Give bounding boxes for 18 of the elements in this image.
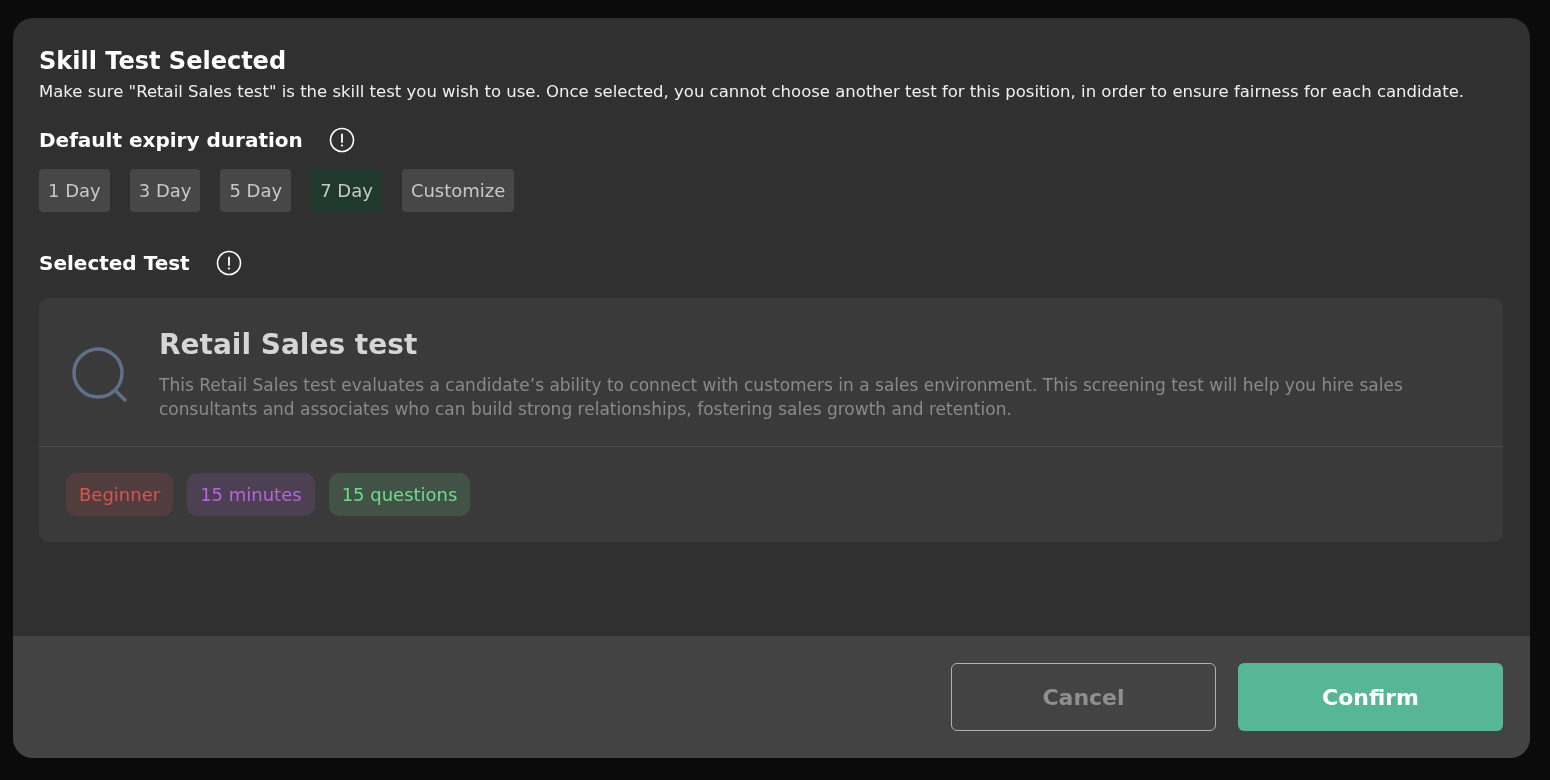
info-icon[interactable] <box>215 250 242 276</box>
test-tag: 15 questions <box>328 473 471 516</box>
magnifier-icon <box>71 346 129 404</box>
section-title: Default expiry duration <box>39 128 303 152</box>
test-tag: Beginner <box>66 473 174 516</box>
cancel-button[interactable]: Cancel <box>951 663 1216 731</box>
duration-option[interactable]: 7 Day <box>311 169 382 212</box>
duration-option[interactable]: 3 Day <box>129 169 201 212</box>
info-icon[interactable] <box>328 127 355 153</box>
duration-option[interactable]: 1 Day <box>39 169 110 212</box>
duration-option[interactable]: Customize <box>401 169 515 212</box>
test-name: Retail Sales test <box>159 328 419 361</box>
dialog-description: Make sure "Retail Sales test" is the skill test you wish to use. Once selected, you cannot choose another test for this position, in order to ensure fairness for each candidate. <box>39 81 1466 103</box>
section-title: Selected Test <box>39 251 190 275</box>
duration-option[interactable]: 5 Day <box>220 169 292 212</box>
dialog-title: Skill Test Selected <box>39 46 288 76</box>
test-tag: 15 minutes <box>187 473 315 516</box>
test-description: This Retail Sales test evaluates a candidate’s ability to connect with customers in a sales environment. This screening test will help you hire sales consultants and associates who can build strong relationships, fostering sales growth and retention. <box>159 374 1404 421</box>
